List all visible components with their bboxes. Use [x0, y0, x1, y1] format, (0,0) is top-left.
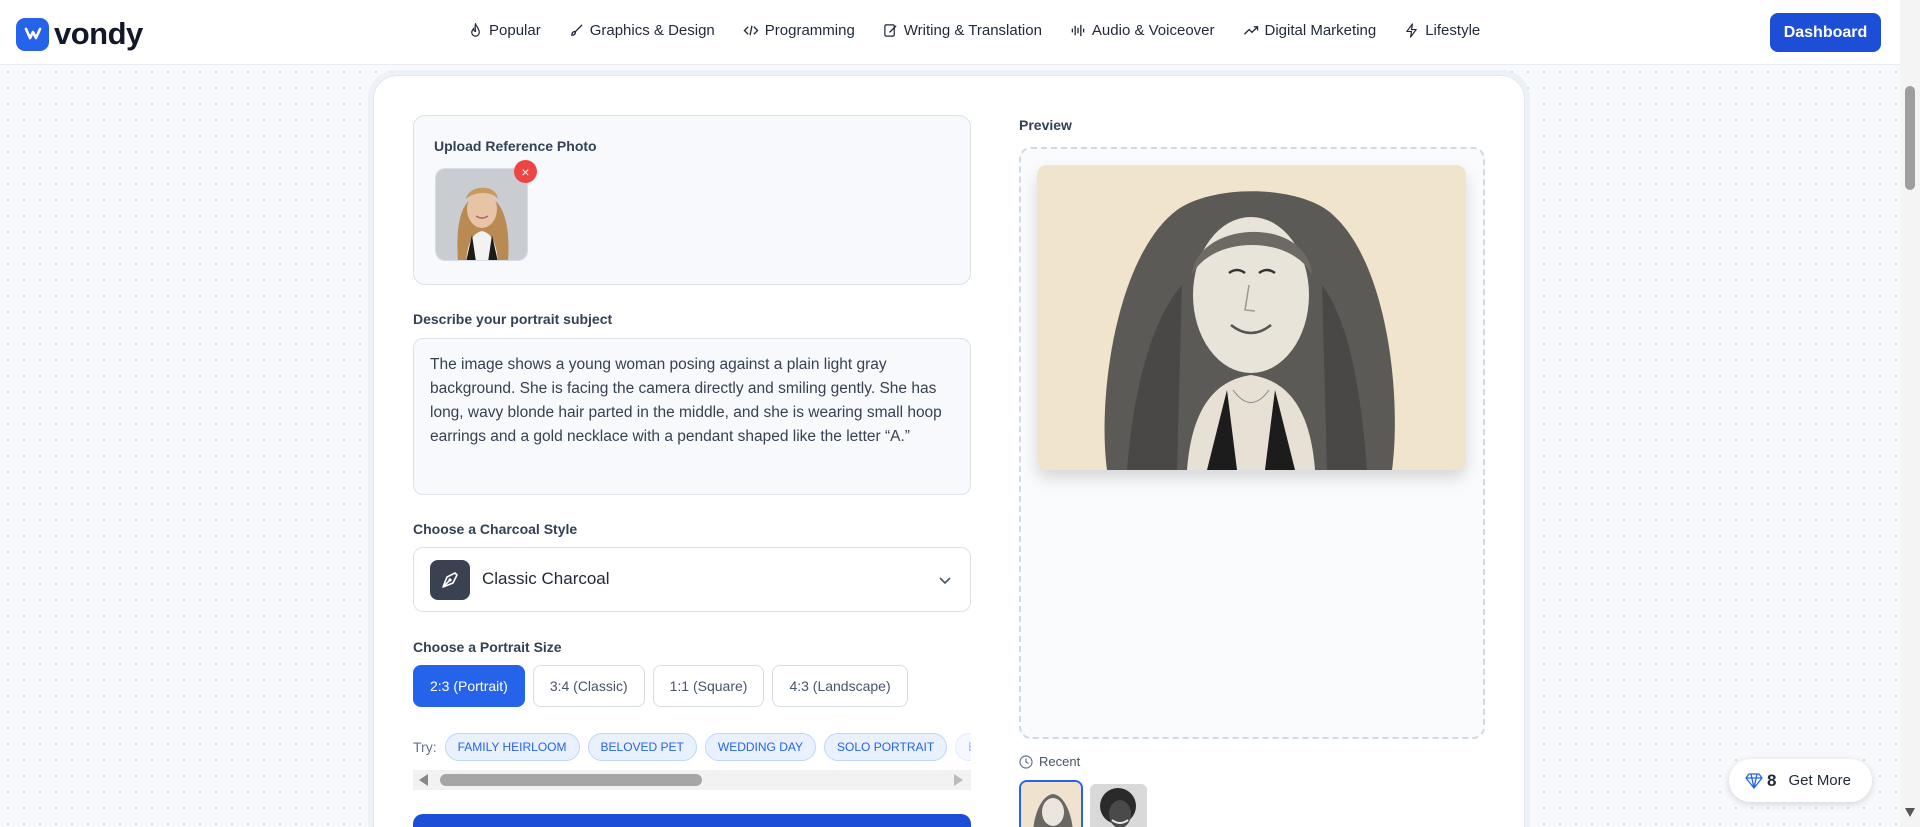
preview-label: Preview — [1019, 117, 1072, 133]
recent-section-header: Recent — [1019, 754, 1080, 769]
style-label: Choose a Charcoal Style — [413, 521, 578, 537]
clock-icon — [1019, 754, 1033, 769]
nav-item-lifestyle[interactable]: Lifestyle — [1404, 22, 1480, 39]
chevron-down-icon — [939, 577, 951, 585]
brand-name: vondy — [54, 16, 143, 51]
brush-icon — [570, 24, 583, 36]
suggestion-chip[interactable]: WEDDING DAY — [704, 733, 817, 761]
portrait-description-textarea[interactable]: The image shows a young woman posing aga… — [413, 338, 971, 495]
nav-item-label: Popular — [489, 22, 541, 39]
nav-item-label: Lifestyle — [1425, 22, 1481, 39]
code-icon — [743, 25, 759, 36]
scrollbar-thumb[interactable] — [1905, 86, 1915, 190]
scroll-right-arrow-icon[interactable] — [954, 774, 963, 786]
remove-photo-button[interactable]: × — [514, 160, 537, 183]
main-nav: Popular Graphics & Design Programming Wr… — [468, 22, 1508, 39]
suggestions-scrollbar[interactable] — [413, 770, 971, 790]
trending-icon — [1243, 26, 1258, 35]
pen-nib-icon — [430, 560, 470, 600]
generate-button[interactable] — [413, 814, 971, 827]
nav-item-label: Digital Marketing — [1264, 22, 1377, 39]
top-header: vondy Popular Graphics & Design Programm… — [0, 0, 1900, 65]
selected-style: Classic Charcoal — [482, 569, 610, 588]
nav-item-audio-voiceover[interactable]: Audio & Voiceover — [1070, 22, 1215, 39]
page-scrollbar[interactable] — [1900, 0, 1920, 827]
recent-label: Recent — [1039, 754, 1081, 769]
size-label: Choose a Portrait Size — [413, 639, 562, 655]
charcoal-style-select[interactable]: Classic Charcoal — [413, 547, 971, 612]
nav-item-graphics-design[interactable]: Graphics & Design — [569, 22, 715, 39]
recent-portrait-thumbnail[interactable] — [1090, 784, 1147, 827]
upload-title: Upload Reference Photo — [434, 138, 597, 154]
dashboard-button[interactable]: Dashboard — [1770, 13, 1881, 52]
credit-count: 8 — [1767, 770, 1777, 790]
upload-reference-section[interactable]: Upload Reference Photo × — [413, 115, 971, 285]
nav-item-popular[interactable]: Popular — [468, 22, 541, 39]
flame-icon — [471, 23, 480, 37]
size-option-classic[interactable]: 3:4 (Classic) — [532, 665, 645, 707]
suggestion-chip[interactable]: ELDER — [955, 733, 971, 761]
nav-item-digital-marketing[interactable]: Digital Marketing — [1243, 22, 1377, 39]
portrait-size-options: 2:3 (Portrait) 3:4 (Classic) 1:1 (Square… — [413, 665, 916, 707]
try-suggestions: Try: FAMILY HEIRLOOM BELOVED PET WEDDING… — [413, 732, 971, 762]
size-option-square[interactable]: 1:1 (Square) — [652, 665, 765, 707]
size-option-landscape[interactable]: 4:3 (Landscape) — [772, 665, 908, 707]
try-label: Try: — [413, 739, 437, 755]
size-option-portrait[interactable]: 2:3 (Portrait) — [413, 665, 525, 707]
waveform-icon — [1071, 24, 1085, 37]
charcoal-portrait-preview[interactable] — [1037, 165, 1466, 470]
uploaded-photo-thumbnail — [435, 168, 528, 261]
nav-item-label: Graphics & Design — [589, 22, 715, 39]
suggestions-scroll-thumb[interactable] — [440, 774, 702, 786]
get-more-label: Get More — [1788, 772, 1851, 789]
logo[interactable]: vondy — [16, 16, 143, 52]
scroll-left-arrow-icon[interactable] — [419, 774, 428, 786]
nav-item-label: Audio & Voiceover — [1091, 22, 1215, 39]
nav-item-writing-translation[interactable]: Writing & Translation — [883, 22, 1042, 39]
description-label: Describe your portrait subject — [413, 311, 613, 327]
suggestion-chip[interactable]: FAMILY HEIRLOOM — [444, 733, 580, 761]
suggestion-chip[interactable]: BELOVED PET — [587, 733, 697, 761]
nav-item-programming[interactable]: Programming — [743, 22, 855, 39]
suggestion-chip[interactable]: SOLO PORTRAIT — [824, 733, 948, 761]
nav-item-label: Programming — [764, 22, 855, 39]
vondy-logo-icon — [16, 17, 49, 51]
lightning-icon — [1406, 23, 1418, 38]
nav-item-label: Writing & Translation — [903, 22, 1042, 39]
edit-icon — [884, 24, 897, 37]
recent-portrait-thumbnail[interactable] — [1019, 780, 1083, 827]
diamond-icon — [1745, 772, 1763, 789]
get-more-credits-button[interactable]: 8 Get More — [1729, 759, 1872, 802]
scroll-down-arrow-icon[interactable] — [1905, 808, 1915, 817]
